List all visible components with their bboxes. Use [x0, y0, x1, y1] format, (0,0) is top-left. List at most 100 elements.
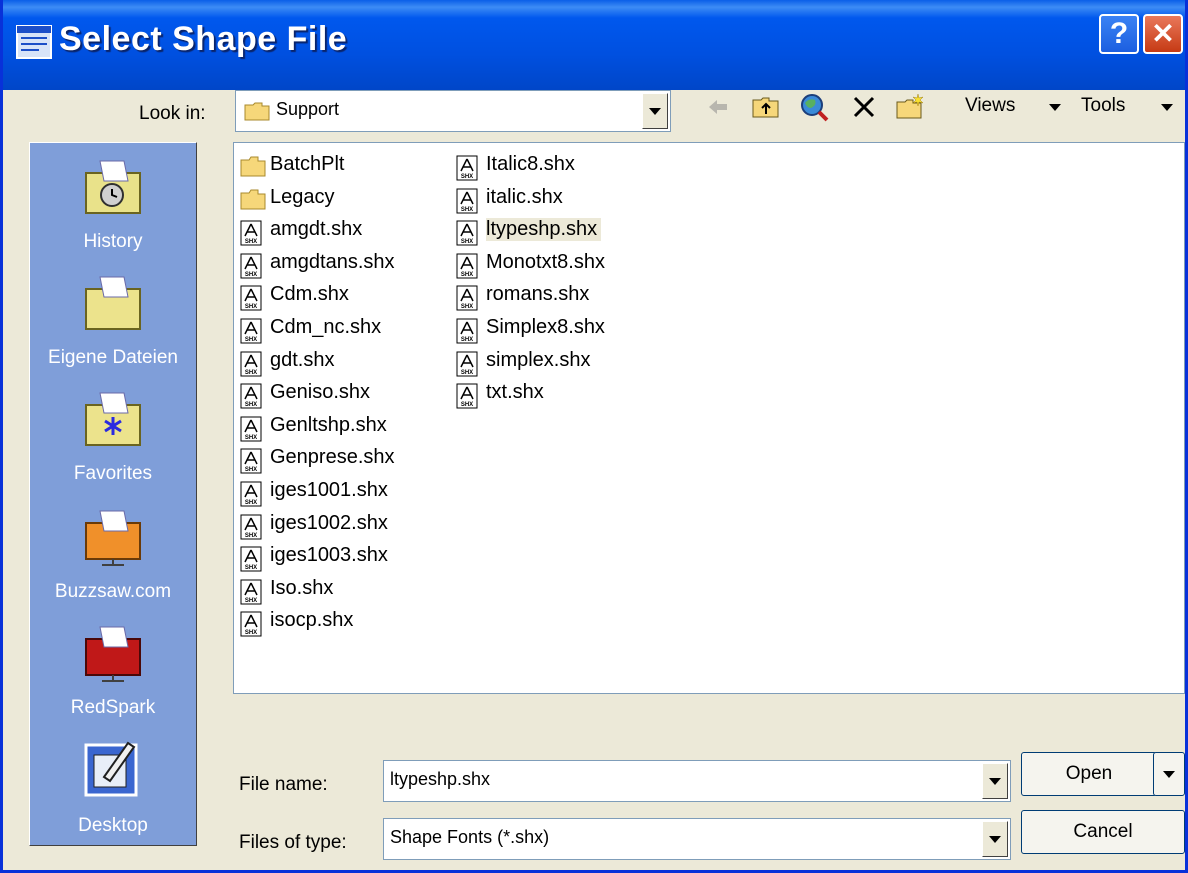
shx-file-icon: SHX: [240, 253, 262, 279]
select-shape-file-dialog: Select Shape File ? ✕ Look in: Support V…: [0, 0, 1188, 873]
look-in-value: Support: [276, 99, 340, 119]
shx-file-icon: SHX: [240, 546, 262, 572]
look-in-label: Look in:: [139, 103, 206, 124]
shx-file-icon: SHX: [240, 318, 262, 344]
place-label: History: [83, 231, 143, 252]
svg-text:SHX: SHX: [245, 272, 257, 278]
place-label: Buzzsaw.com: [54, 581, 172, 602]
file-name-combo[interactable]: ltypeshp.shx: [383, 760, 1011, 802]
file-type-value: Shape Fonts (*.shx): [390, 827, 550, 847]
svg-text:SHX: SHX: [245, 402, 257, 408]
svg-text:SHX: SHX: [461, 337, 473, 343]
delete-icon[interactable]: [849, 92, 879, 122]
place-label: Favorites: [73, 463, 153, 484]
svg-text:SHX: SHX: [245, 565, 257, 571]
folder-icon: [85, 276, 141, 330]
file-name: isocp.shx: [270, 609, 354, 632]
folder-icon: [240, 189, 266, 210]
svg-text:SHX: SHX: [461, 272, 473, 278]
search-web-icon[interactable]: [799, 92, 829, 122]
file-type-combo[interactable]: Shape Fonts (*.shx): [383, 818, 1011, 860]
place-favorites[interactable]: Favorites: [30, 379, 196, 495]
file-type-label: Files of type:: [239, 832, 347, 853]
file-name: Monotxt8.shx: [486, 250, 605, 273]
tools-dropdown-arrow[interactable]: [1161, 104, 1173, 111]
title-bar[interactable]: Select Shape File ? ✕: [3, 0, 1185, 90]
file-name: Legacy: [270, 185, 335, 208]
shx-file-icon: SHX: [456, 253, 478, 279]
file-name-dropdown-arrow[interactable]: [982, 763, 1008, 799]
shx-file-icon: SHX: [240, 448, 262, 474]
file-name: Genprese.shx: [270, 446, 395, 469]
shx-file-icon: SHX: [456, 285, 478, 311]
shx-file-icon: SHX: [456, 220, 478, 246]
place-desktop[interactable]: Desktop: [30, 731, 196, 847]
place-label: Eigene Dateien: [48, 347, 178, 368]
file-name: Genltshp.shx: [270, 413, 387, 436]
svg-text:SHX: SHX: [245, 598, 257, 604]
place-eigene-dateien[interactable]: Eigene Dateien: [30, 263, 196, 379]
shx-file-icon: SHX: [240, 383, 262, 409]
shx-file-icon: SHX: [240, 351, 262, 377]
svg-text:SHX: SHX: [245, 467, 257, 473]
svg-text:SHX: SHX: [461, 239, 473, 245]
shx-file-icon: SHX: [240, 285, 262, 311]
file-name: simplex.shx: [486, 348, 591, 371]
shx-file-icon: SHX: [456, 318, 478, 344]
desktop-icon: [84, 741, 138, 797]
file-name-input[interactable]: ltypeshp.shx: [390, 769, 490, 790]
place-label: Desktop: [78, 815, 148, 836]
new-folder-icon[interactable]: [895, 92, 925, 122]
look-in-combo[interactable]: Support: [235, 90, 671, 132]
open-button[interactable]: Open: [1021, 752, 1157, 796]
tools-menu[interactable]: Tools: [1081, 95, 1125, 117]
place-redspark[interactable]: RedSpark: [30, 613, 196, 729]
file-name: BatchPlt: [270, 153, 345, 175]
shx-file-icon: SHX: [240, 220, 262, 246]
svg-text:SHX: SHX: [461, 207, 473, 213]
file-name-label: File name:: [239, 774, 328, 795]
folder-icon: [240, 156, 266, 177]
look-in-dropdown-arrow[interactable]: [642, 93, 668, 129]
shx-file-icon: SHX: [456, 155, 478, 181]
svg-text:SHX: SHX: [245, 435, 257, 441]
shx-file-icon: SHX: [456, 188, 478, 214]
svg-text:SHX: SHX: [245, 533, 257, 539]
file-name: ltypeshp.shx: [486, 218, 602, 242]
file-name: iges1003.shx: [270, 544, 388, 567]
shx-file-icon: SHX: [240, 481, 262, 507]
views-dropdown-arrow[interactable]: [1049, 104, 1061, 111]
file-name: Italic8.shx: [486, 153, 575, 175]
svg-text:SHX: SHX: [461, 370, 473, 376]
places-bar: History Eigene Dateien Favorites Buzzsaw…: [29, 142, 197, 846]
help-button[interactable]: ?: [1099, 14, 1139, 54]
svg-text:SHX: SHX: [245, 630, 257, 636]
file-name: Cdm.shx: [270, 283, 349, 306]
file-list[interactable]: BatchPlt Legacy SHX amgdt.shx SHX amgdtans.sh…: [233, 142, 1185, 694]
shx-file-icon: SHX: [240, 416, 262, 442]
file-name: amgdtans.shx: [270, 250, 395, 273]
file-name: iges1001.shx: [270, 478, 388, 501]
close-button[interactable]: ✕: [1143, 14, 1183, 54]
file-name: txt.shx: [486, 381, 544, 404]
place-label: RedSpark: [70, 697, 156, 718]
buzzsaw-folder-icon: [85, 510, 141, 566]
back-arrow-icon[interactable]: [703, 92, 733, 122]
file-name: Geniso.shx: [270, 381, 371, 404]
views-menu[interactable]: Views: [965, 95, 1015, 117]
shx-file-icon: SHX: [456, 383, 478, 409]
svg-text:SHX: SHX: [461, 402, 473, 408]
dialog-app-icon: [16, 25, 52, 59]
up-folder-icon[interactable]: [751, 92, 781, 122]
file-type-dropdown-arrow[interactable]: [982, 821, 1008, 857]
place-history[interactable]: History: [30, 147, 196, 263]
shx-file-icon: SHX: [456, 351, 478, 377]
cancel-button[interactable]: Cancel: [1021, 810, 1185, 854]
dialog-title: Select Shape File: [59, 20, 348, 58]
file-name: iges1002.shx: [270, 511, 388, 534]
history-folder-icon: [85, 160, 141, 214]
place-buzzsaw[interactable]: Buzzsaw.com: [30, 497, 196, 613]
open-options-dropdown[interactable]: [1153, 752, 1185, 796]
svg-text:SHX: SHX: [461, 174, 473, 180]
file-name: italic.shx: [486, 185, 563, 208]
